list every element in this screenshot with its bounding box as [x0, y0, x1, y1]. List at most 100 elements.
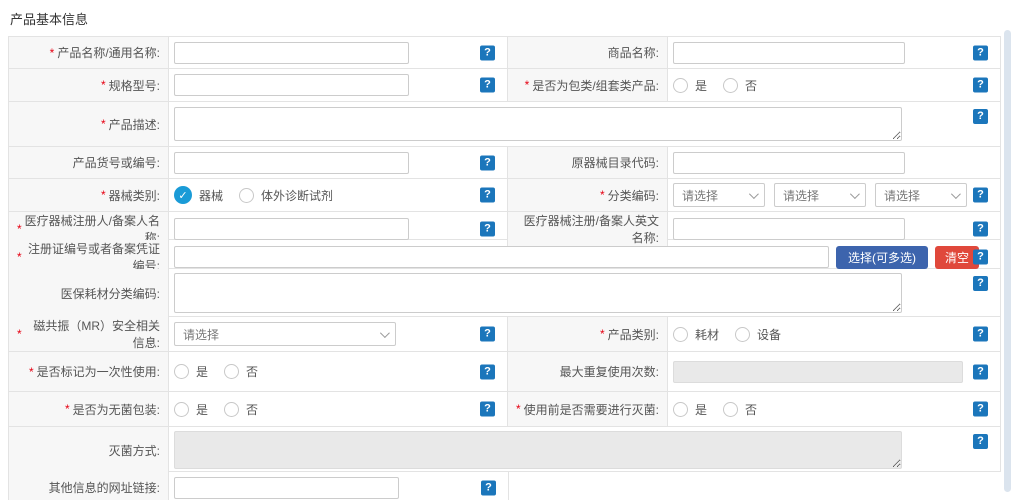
is-kit-product-radio-unchecked[interactable] — [723, 78, 738, 93]
single-use-option: 否 — [224, 363, 258, 380]
help-icon[interactable]: ? — [480, 188, 495, 203]
registration-cert-no-input[interactable] — [174, 246, 829, 268]
medical-insurance-code-textarea[interactable] — [174, 273, 902, 313]
sterile-packaging-option: 否 — [224, 401, 258, 418]
classification-code-select-2[interactable]: 请选择 — [774, 183, 866, 207]
is-kit-product-radio-unchecked[interactable] — [673, 78, 688, 93]
product-name-label-text: 产品名称/通用名称: — [57, 44, 160, 61]
registrant-name-input[interactable] — [174, 218, 409, 240]
mr-safety-info-field: 请选择? — [169, 317, 508, 351]
product-type-radio-unchecked[interactable] — [735, 327, 750, 342]
help-icon[interactable]: ? — [973, 434, 988, 449]
trade-name-input[interactable] — [673, 42, 905, 64]
help-icon[interactable]: ? — [480, 364, 495, 379]
label-other-info-url: 其他信息的网址链接: — [9, 472, 169, 500]
sterilization-method-field: ? — [169, 427, 1000, 473]
select-multi-button[interactable]: 选择(可多选) — [836, 246, 928, 269]
help-icon[interactable]: ? — [480, 327, 495, 342]
device-category-field: 器械体外诊断试剂? — [169, 179, 508, 211]
help-icon[interactable]: ? — [973, 402, 988, 417]
vertical-scrollbar[interactable] — [1004, 30, 1011, 492]
label-sterilization-method: 灭菌方式: — [9, 427, 169, 473]
radio-label: 是 — [695, 401, 707, 418]
radio-label: 否 — [246, 363, 258, 380]
is-kit-product-field: 是否? — [668, 69, 1000, 101]
required-asterisk: * — [101, 188, 106, 202]
help-icon[interactable]: ? — [480, 155, 495, 170]
form-row: 灭菌方式:? — [8, 427, 1001, 472]
chevron-down-icon — [951, 189, 961, 199]
help-icon[interactable]: ? — [480, 45, 495, 60]
required-asterisk: * — [17, 327, 22, 341]
help-icon[interactable]: ? — [973, 78, 988, 93]
product-name-input[interactable] — [174, 42, 409, 64]
registrant-name-en-input[interactable] — [673, 218, 905, 240]
help-icon[interactable]: ? — [480, 402, 495, 417]
radio-label: 耗材 — [695, 326, 719, 343]
radio-label: 是 — [196, 363, 208, 380]
original-catalog-code-label-text: 原器械目录代码: — [572, 154, 659, 171]
required-asterisk: * — [50, 46, 55, 60]
required-asterisk: * — [516, 402, 521, 416]
mr-safety-info-select-1[interactable]: 请选择 — [174, 322, 396, 346]
original-catalog-code-input[interactable] — [673, 152, 905, 174]
sterilize-before-use-option: 是 — [673, 401, 707, 418]
device-category-option: 器械 — [174, 186, 223, 204]
product-type-option: 耗材 — [673, 326, 719, 343]
product-description-textarea[interactable] — [174, 107, 902, 141]
single-use-radio-unchecked[interactable] — [224, 364, 239, 379]
help-icon[interactable]: ? — [973, 364, 988, 379]
sterile-packaging-label-text: 是否为无菌包装: — [73, 401, 160, 418]
label-product-name: *产品名称/通用名称: — [9, 37, 169, 68]
classification-code-select-3[interactable]: 请选择 — [875, 183, 967, 207]
label-product-code: 产品货号或编号: — [9, 147, 169, 178]
is-kit-product-label-text: 是否为包类/组套类产品: — [532, 77, 659, 94]
help-icon[interactable]: ? — [973, 222, 988, 237]
device-category-radio-unchecked[interactable] — [239, 188, 254, 203]
help-icon[interactable]: ? — [973, 45, 988, 60]
help-icon[interactable]: ? — [480, 222, 495, 237]
single-use-radio-unchecked[interactable] — [174, 364, 189, 379]
spec-model-field: ? — [169, 69, 508, 101]
label-single-use: *是否标记为一次性使用: — [9, 352, 169, 391]
chevron-down-icon — [380, 328, 390, 338]
help-icon[interactable]: ? — [973, 188, 988, 203]
sterilization-method-textarea — [174, 431, 902, 469]
classification-code-select-1[interactable]: 请选择 — [673, 183, 765, 207]
max-reuse-count-field: ? — [668, 352, 1000, 391]
product-type-radio-unchecked[interactable] — [673, 327, 688, 342]
sterilize-before-use-radio-unchecked[interactable] — [673, 402, 688, 417]
radio-label: 否 — [745, 401, 757, 418]
required-asterisk: * — [29, 365, 34, 379]
required-asterisk: * — [525, 78, 530, 92]
spec-model-input[interactable] — [174, 74, 409, 96]
select-value: 请选择 — [884, 187, 920, 204]
form-row: 其他信息的网址链接:? — [8, 472, 509, 500]
sterilization-method-label-text: 灭菌方式: — [109, 442, 160, 459]
help-icon[interactable]: ? — [481, 480, 496, 495]
product-code-input[interactable] — [174, 152, 409, 174]
device-category-radio-checked[interactable] — [174, 186, 192, 204]
sterile-packaging-radio-unchecked[interactable] — [224, 402, 239, 417]
help-icon[interactable]: ? — [973, 327, 988, 342]
form-row: 医保耗材分类编码:? — [8, 269, 1001, 317]
product-description-field: ? — [169, 102, 1000, 146]
product-name-field: ? — [169, 37, 508, 68]
form-row: *产品名称/通用名称:? 商品名称:? — [8, 36, 1001, 69]
classification-code-field: 请选择请选择请选择? — [668, 179, 1000, 211]
help-icon[interactable]: ? — [973, 250, 988, 265]
required-asterisk: * — [101, 117, 106, 131]
product-type-field: 耗材设备? — [668, 317, 1000, 351]
help-icon[interactable]: ? — [480, 78, 495, 93]
help-icon[interactable]: ? — [973, 276, 988, 291]
help-icon[interactable]: ? — [973, 109, 988, 124]
max-reuse-count-label-text: 最大重复使用次数: — [560, 363, 659, 380]
device-category-option: 体外诊断试剂 — [239, 187, 333, 204]
sterilize-before-use-radio-unchecked[interactable] — [723, 402, 738, 417]
original-catalog-code-field — [668, 147, 1000, 178]
sterile-packaging-radio-unchecked[interactable] — [174, 402, 189, 417]
other-info-url-input[interactable] — [174, 477, 399, 499]
label-trade-name: 商品名称: — [508, 37, 668, 68]
is-kit-product-option: 是 — [673, 77, 707, 94]
chevron-down-icon — [850, 189, 860, 199]
